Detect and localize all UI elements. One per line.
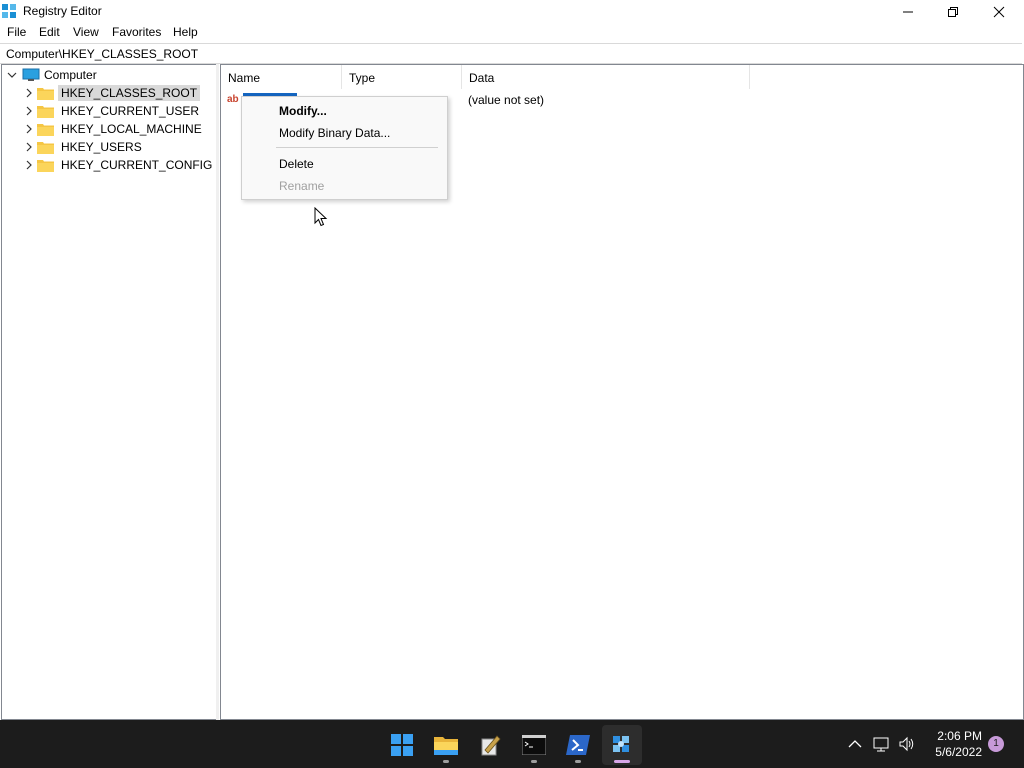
chevron-right-icon[interactable] xyxy=(24,160,34,170)
tree-item-hkey-current-user[interactable]: HKEY_CURRENT_USER xyxy=(24,102,202,120)
column-label: Type xyxy=(349,71,376,85)
clock-date: 5/6/2022 xyxy=(935,745,982,759)
tree-label: HKEY_LOCAL_MACHINE xyxy=(61,122,202,136)
taskbar-notepad[interactable] xyxy=(470,725,510,765)
context-menu: Modify... Modify Binary Data... Delete R… xyxy=(241,96,448,200)
start-button[interactable] xyxy=(382,725,422,765)
chevron-right-icon[interactable] xyxy=(24,88,34,98)
running-indicator xyxy=(443,760,449,763)
running-indicator xyxy=(575,760,581,763)
clock-time: 2:06 PM xyxy=(937,729,982,743)
tree-item-hkey-current-config[interactable]: HKEY_CURRENT_CONFIG xyxy=(24,156,215,174)
taskbar-powershell[interactable] xyxy=(558,725,598,765)
chevron-right-icon[interactable] xyxy=(24,106,34,116)
address-path: Computer\HKEY_CLASSES_ROOT xyxy=(6,47,199,61)
taskbar-command-prompt[interactable] xyxy=(514,725,554,765)
menu-item-modify-binary[interactable]: Modify Binary Data... xyxy=(279,126,390,140)
address-bar[interactable]: Computer\HKEY_CLASSES_ROOT xyxy=(0,43,1022,64)
column-header-type[interactable]: Type xyxy=(342,65,462,89)
folder-icon xyxy=(37,123,54,136)
folder-icon xyxy=(37,87,54,100)
restore-icon xyxy=(948,7,958,17)
pane-splitter[interactable] xyxy=(216,64,219,720)
column-label: Name xyxy=(228,71,261,85)
chevron-right-icon[interactable] xyxy=(24,124,34,134)
menu-help[interactable]: Help xyxy=(173,25,198,39)
show-hidden-icons-button[interactable] xyxy=(845,734,865,754)
taskbar: 2:06 PM 5/6/2022 xyxy=(0,720,1024,768)
minimize-icon xyxy=(903,11,913,13)
tree-item-hkey-users[interactable]: HKEY_USERS xyxy=(24,138,145,156)
volume-icon xyxy=(899,736,914,752)
mouse-cursor-icon xyxy=(314,207,328,227)
menu-bar: File Edit View Favorites Help xyxy=(0,24,1024,42)
folder-icon xyxy=(37,141,54,154)
chevron-up-icon xyxy=(848,740,862,748)
folder-icon xyxy=(37,105,54,118)
volume-button[interactable] xyxy=(897,734,917,754)
column-header-name[interactable]: Name xyxy=(221,65,342,89)
window-title: Registry Editor xyxy=(23,4,102,18)
powershell-icon xyxy=(566,735,590,755)
value-data: (value not set) xyxy=(468,93,545,107)
tree-pane[interactable]: Computer HKEY_CLASSES_ROOT HKEY_CURRENT_… xyxy=(1,64,217,720)
close-button[interactable] xyxy=(976,0,1022,24)
menu-separator xyxy=(276,147,438,148)
system-clock[interactable]: 2:06 PM 5/6/2022 xyxy=(926,728,982,760)
menu-item-modify[interactable]: Modify... xyxy=(279,104,327,118)
network-icon xyxy=(873,737,889,752)
tree-label: HKEY_CLASSES_ROOT xyxy=(58,85,201,101)
running-indicator xyxy=(531,760,537,763)
tree-label: HKEY_CURRENT_USER xyxy=(61,104,200,118)
chevron-down-icon[interactable] xyxy=(7,70,17,80)
command-prompt-icon xyxy=(522,735,546,755)
menu-favorites[interactable]: Favorites xyxy=(112,25,161,39)
tree-item-hkey-local-machine[interactable]: HKEY_LOCAL_MACHINE xyxy=(24,120,205,138)
title-bar: Registry Editor xyxy=(0,0,1024,24)
start-icon xyxy=(391,734,413,756)
registry-editor-icon xyxy=(613,736,629,752)
file-explorer-icon xyxy=(434,737,458,755)
taskbar-registry-editor[interactable] xyxy=(602,725,642,765)
tree-item-hkey-classes-root[interactable]: HKEY_CLASSES_ROOT xyxy=(24,84,201,102)
restore-button[interactable] xyxy=(930,0,976,24)
column-label: Data xyxy=(469,71,495,85)
notepad-icon xyxy=(481,735,501,756)
minimize-button[interactable] xyxy=(885,0,931,24)
notification-badge[interactable]: 1 xyxy=(988,736,1004,752)
menu-item-delete[interactable]: Delete xyxy=(279,157,314,171)
tree-label: HKEY_CURRENT_CONFIG xyxy=(61,158,213,172)
running-indicator xyxy=(614,760,630,763)
taskbar-file-explorer[interactable] xyxy=(426,725,466,765)
folder-icon xyxy=(37,159,54,172)
menu-view[interactable]: View xyxy=(73,25,99,39)
close-icon xyxy=(993,6,1005,18)
column-header-data[interactable]: Data xyxy=(462,65,750,89)
chevron-right-icon[interactable] xyxy=(24,142,34,152)
tree-label: HKEY_USERS xyxy=(61,140,142,154)
menu-item-rename: Rename xyxy=(279,179,325,193)
tree-label: Computer xyxy=(44,68,97,82)
computer-icon xyxy=(22,68,40,81)
registry-editor-icon xyxy=(2,4,16,18)
menu-edit[interactable]: Edit xyxy=(39,25,60,39)
network-button[interactable] xyxy=(872,734,892,754)
menu-file[interactable]: File xyxy=(7,25,26,39)
tree-item-computer[interactable]: Computer xyxy=(7,66,100,84)
